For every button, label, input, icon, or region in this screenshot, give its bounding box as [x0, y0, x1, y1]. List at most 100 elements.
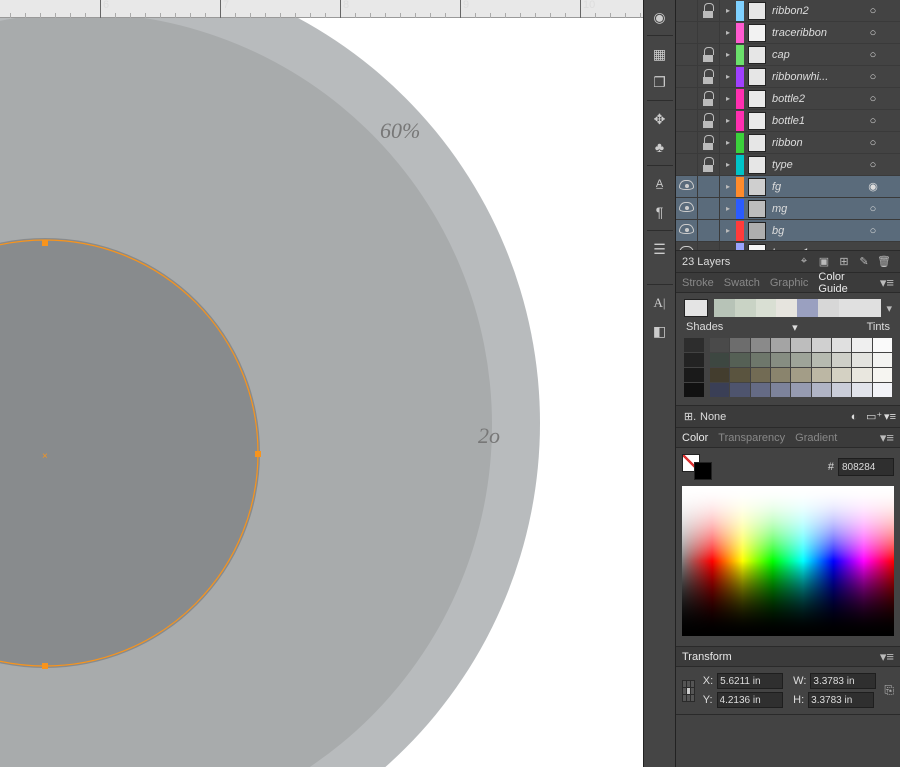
target-indicator[interactable]: ○ — [864, 5, 882, 17]
layer-row[interactable]: ▸cap○ — [676, 44, 900, 66]
layer-row[interactable]: ▸Layer 1○ — [676, 242, 900, 250]
lock-toggle[interactable] — [698, 66, 720, 88]
visibility-toggle[interactable] — [676, 198, 698, 220]
constrain-proportions-icon[interactable]: ⎘ — [884, 683, 894, 698]
anchor-bottom[interactable] — [42, 663, 48, 669]
layer-name[interactable]: fg — [772, 181, 864, 193]
harmony-swatch[interactable] — [776, 299, 797, 317]
layer-name[interactable]: mg — [772, 203, 864, 215]
visibility-toggle[interactable] — [676, 154, 698, 176]
layer-name[interactable]: ribbon2 — [772, 5, 864, 17]
variation-swatch[interactable] — [710, 353, 729, 367]
hex-input[interactable] — [838, 458, 894, 476]
save-group-icon[interactable]: ▭⁺ — [864, 410, 884, 423]
tab-transform[interactable]: Transform — [682, 651, 732, 663]
reference-point-grid[interactable] — [682, 680, 695, 702]
panel-menu-icon-2[interactable]: ▾≡ — [884, 410, 896, 423]
variation-swatch[interactable] — [771, 353, 790, 367]
harmony-swatch[interactable] — [797, 299, 818, 317]
character-panel-icon[interactable]: A̲ — [647, 171, 673, 197]
target-indicator[interactable]: ○ — [864, 159, 882, 171]
layer-name[interactable]: bg — [772, 225, 864, 237]
visibility-toggle[interactable] — [676, 176, 698, 198]
visibility-toggle[interactable] — [676, 0, 698, 22]
variation-swatch[interactable] — [710, 338, 729, 352]
layer-list[interactable]: ▸ribbon2○▸traceribbon○▸cap○▸ribbonwhi...… — [676, 0, 900, 250]
variation-swatch[interactable] — [771, 383, 790, 397]
variation-swatch[interactable] — [832, 353, 851, 367]
new-layer-icon[interactable]: ✎ — [854, 255, 874, 268]
layer-row[interactable]: ▸ribbon○ — [676, 132, 900, 154]
layer-row[interactable]: ▸bg○ — [676, 220, 900, 242]
layer-name[interactable]: Layer 1 — [772, 247, 864, 251]
variation-swatch[interactable] — [710, 368, 729, 382]
lock-toggle[interactable] — [698, 0, 720, 22]
panel-icon[interactable]: ▦ — [647, 41, 673, 67]
brush-panel-icon[interactable]: ✥ — [647, 106, 673, 132]
panel-menu-icon-4[interactable]: ▾≡ — [880, 649, 894, 665]
target-indicator[interactable]: ○ — [864, 93, 882, 105]
variation-swatch[interactable] — [852, 353, 871, 367]
lock-toggle[interactable] — [698, 220, 720, 242]
variation-swatch[interactable] — [832, 383, 851, 397]
edit-colors-icon[interactable]: ◐ — [844, 411, 864, 423]
visibility-toggle[interactable] — [676, 44, 698, 66]
variation-swatch[interactable] — [791, 338, 810, 352]
harmony-swatch[interactable] — [860, 299, 881, 317]
lock-toggle[interactable] — [698, 242, 720, 251]
variation-swatch[interactable] — [684, 368, 704, 382]
variation-swatch[interactable] — [730, 383, 749, 397]
tab-stroke[interactable]: Stroke — [682, 277, 714, 289]
disclosure-icon[interactable]: ▸ — [720, 6, 736, 15]
symbols-panel-icon[interactable]: ♣ — [647, 134, 673, 160]
lock-toggle[interactable] — [698, 198, 720, 220]
reference-point-center[interactable] — [687, 688, 690, 694]
harmony-swatch[interactable] — [756, 299, 777, 317]
disclosure-icon[interactable]: ▸ — [720, 28, 736, 37]
variation-swatch[interactable] — [791, 368, 810, 382]
variation-swatch[interactable] — [791, 383, 810, 397]
visibility-toggle[interactable] — [676, 220, 698, 242]
variation-swatch[interactable] — [684, 383, 704, 397]
disclosure-icon[interactable]: ▸ — [720, 72, 736, 81]
tab-swatches[interactable]: Swatch — [724, 277, 760, 289]
color-wheel-icon[interactable]: ◉ — [647, 4, 673, 30]
variation-swatch[interactable] — [771, 338, 790, 352]
panel-icon-2[interactable]: ❐ — [647, 69, 673, 95]
disclosure-icon[interactable]: ▸ — [720, 204, 736, 213]
graphic-styles-icon[interactable]: ◧ — [647, 318, 673, 344]
target-indicator[interactable]: ○ — [864, 71, 882, 83]
layer-name[interactable]: cap — [772, 49, 864, 61]
layer-row[interactable]: ▸ traceribbon○ — [676, 22, 900, 44]
target-indicator[interactable]: ○ — [864, 247, 882, 251]
variation-grid[interactable] — [710, 338, 892, 397]
harmony-dropdown-icon[interactable]: ▾ — [886, 302, 892, 315]
fill-stroke-proxy[interactable] — [682, 454, 712, 480]
variation-swatch[interactable] — [812, 353, 831, 367]
disclosure-icon[interactable]: ▸ — [720, 116, 736, 125]
layer-row[interactable]: ▸bottle2○ — [676, 88, 900, 110]
target-indicator[interactable]: ○ — [864, 115, 882, 127]
limit-colors-icon[interactable]: ⊞. — [680, 410, 700, 423]
layer-name[interactable]: traceribbon — [772, 27, 864, 39]
layer-name[interactable]: ribbonwhi... — [772, 71, 864, 83]
target-indicator[interactable]: ○ — [864, 27, 882, 39]
target-indicator[interactable]: ○ — [864, 137, 882, 149]
panel-menu-icon[interactable]: ▾≡ — [880, 275, 894, 291]
x-input[interactable] — [717, 673, 783, 689]
variation-swatch[interactable] — [873, 383, 892, 397]
align-panel-icon[interactable]: ☰ — [647, 236, 673, 262]
tab-color[interactable]: Color — [682, 432, 708, 444]
variation-swatch[interactable] — [751, 338, 770, 352]
tab-graphic-styles[interactable]: Graphic — [770, 277, 809, 289]
harmony-swatch[interactable] — [735, 299, 756, 317]
harmony-swatch[interactable] — [818, 299, 839, 317]
make-clip-icon[interactable]: ▣ — [814, 255, 834, 268]
tab-gradient[interactable]: Gradient — [795, 432, 837, 444]
color-spectrum[interactable] — [682, 486, 894, 636]
variation-swatch[interactable] — [730, 353, 749, 367]
disclosure-icon[interactable]: ▸ — [720, 50, 736, 59]
variation-swatch[interactable] — [751, 383, 770, 397]
variation-swatch[interactable] — [832, 338, 851, 352]
variation-swatch[interactable] — [852, 338, 871, 352]
